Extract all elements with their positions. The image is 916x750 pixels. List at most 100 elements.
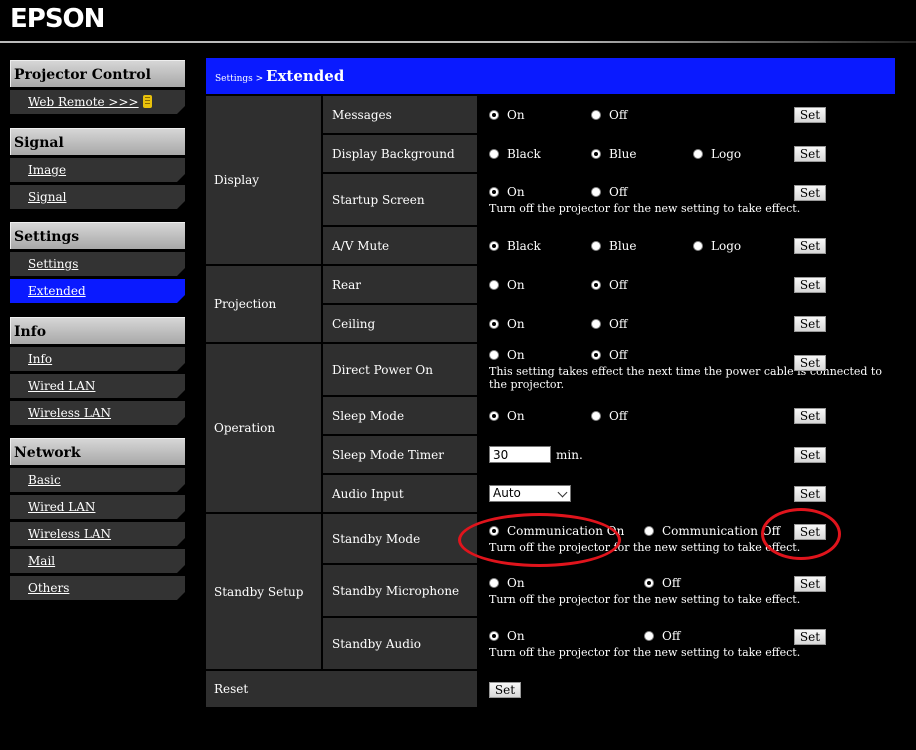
option-label: Off: [609, 184, 628, 199]
radio-button[interactable]: [489, 350, 499, 360]
radio-button[interactable]: [591, 318, 601, 329]
option-off[interactable]: Off: [591, 108, 627, 122]
sidebar-link-info-wireless-lan[interactable]: Wireless LAN: [28, 406, 111, 420]
option-off[interactable]: Off: [591, 409, 627, 423]
radio-button[interactable]: [591, 350, 601, 360]
radio-button[interactable]: [489, 240, 499, 251]
set-button-ceiling[interactable]: Set: [794, 316, 826, 332]
radio-button[interactable]: [489, 318, 499, 329]
option-on[interactable]: On: [489, 629, 644, 643]
sidebar-link-web-remote[interactable]: Web Remote >>>: [28, 95, 139, 109]
sidebar-item-image[interactable]: Image: [10, 158, 185, 182]
radio-button[interactable]: [489, 410, 499, 421]
sidebar-link-settings[interactable]: Settings: [28, 257, 78, 271]
reset-set-button[interactable]: Set: [489, 681, 521, 698]
sidebar-item-mail[interactable]: Mail: [10, 549, 185, 573]
radio-button[interactable]: [489, 630, 499, 641]
chevron-down-icon[interactable]: [557, 487, 568, 498]
option-off[interactable]: Off: [644, 576, 680, 590]
sidebar-link-image[interactable]: Image: [28, 163, 66, 177]
option-on[interactable]: On: [489, 278, 591, 292]
option-on[interactable]: On: [489, 108, 591, 122]
radio-button[interactable]: [591, 279, 601, 290]
radio-button[interactable]: [591, 410, 601, 421]
option-communication-off[interactable]: Communication Off: [644, 524, 780, 538]
radio-button[interactable]: [644, 630, 654, 641]
sidebar-item-info-wireless-lan[interactable]: Wireless LAN: [10, 401, 185, 425]
sidebar-item-network-wired-lan[interactable]: Wired LAN: [10, 495, 185, 519]
set-button-startup-screen[interactable]: Set: [794, 185, 826, 201]
radio-button[interactable]: [489, 109, 499, 120]
sleep-timer-input[interactable]: 30: [489, 446, 551, 463]
sidebar-item-network-wireless-lan[interactable]: Wireless LAN: [10, 522, 185, 546]
radio-button[interactable]: [591, 240, 601, 251]
sidebar-link-info[interactable]: Info: [28, 352, 52, 366]
option-off[interactable]: Off: [591, 317, 627, 331]
option-blue[interactable]: Blue: [591, 147, 693, 161]
sidebar-link-mail[interactable]: Mail: [28, 554, 55, 568]
option-black[interactable]: Black: [489, 239, 591, 253]
sidebar-link-extended[interactable]: Extended: [28, 284, 86, 298]
radio-button[interactable]: [489, 148, 499, 159]
radio-button[interactable]: [693, 240, 703, 251]
set-button-direct-power-on[interactable]: Set: [794, 355, 826, 371]
option-off[interactable]: Off: [591, 185, 627, 199]
option-on[interactable]: On: [489, 576, 644, 590]
extended-settings-table: Display Messages On Off Set Display Back…: [206, 96, 895, 709]
radio-button[interactable]: [591, 186, 601, 197]
option-on[interactable]: On: [489, 317, 591, 331]
set-button-av-mute[interactable]: Set: [794, 238, 826, 254]
audio-input-select[interactable]: Auto: [489, 485, 571, 502]
set-button-sleep-mode[interactable]: Set: [794, 408, 826, 424]
setting-value: Black Blue Logo Set: [479, 227, 895, 266]
row-reset: Reset Set: [206, 671, 895, 709]
sidebar-item-web-remote[interactable]: Web Remote >>>: [10, 90, 185, 114]
set-button-standby-audio[interactable]: Set: [794, 629, 826, 645]
option-on[interactable]: On: [489, 348, 591, 362]
radio-button[interactable]: [591, 109, 601, 120]
option-off[interactable]: Off: [644, 629, 680, 643]
set-button-display-background[interactable]: Set: [794, 146, 826, 162]
option-off[interactable]: Off: [591, 278, 627, 292]
sidebar-link-network-wired-lan[interactable]: Wired LAN: [28, 500, 95, 514]
sidebar-link-basic[interactable]: Basic: [28, 473, 61, 487]
radio-button[interactable]: [489, 577, 499, 588]
option-communication-on[interactable]: Communication On: [489, 524, 644, 538]
sidebar-item-info-wired-lan[interactable]: Wired LAN: [10, 374, 185, 398]
sidebar-item-settings[interactable]: Settings: [10, 252, 185, 276]
sidebar-item-extended[interactable]: Extended: [10, 279, 185, 303]
set-button-sleep-mode-timer[interactable]: Set: [794, 447, 826, 463]
sidebar-link-signal[interactable]: Signal: [28, 190, 66, 204]
option-on[interactable]: On: [489, 409, 591, 423]
set-button-rear[interactable]: Set: [794, 277, 826, 293]
option-logo[interactable]: Logo: [693, 239, 741, 253]
radio-button[interactable]: [693, 148, 703, 159]
option-logo[interactable]: Logo: [693, 147, 741, 161]
option-black[interactable]: Black: [489, 147, 591, 161]
sidebar-item-others[interactable]: Others: [10, 576, 185, 600]
remote-control-icon[interactable]: [142, 95, 152, 108]
option-blue[interactable]: Blue: [591, 239, 693, 253]
sidebar-item-info[interactable]: Info: [10, 347, 185, 371]
radio-button[interactable]: [489, 525, 499, 536]
radio-button[interactable]: [489, 279, 499, 290]
set-button-standby-microphone[interactable]: Set: [794, 576, 826, 592]
radio-button[interactable]: [644, 525, 654, 536]
option-off[interactable]: Off: [591, 348, 627, 362]
radio-button[interactable]: [489, 186, 499, 197]
set-button-audio-input[interactable]: Set: [794, 486, 826, 502]
sidebar-item-basic[interactable]: Basic: [10, 468, 185, 492]
page-title-bar: Settings > Extended: [206, 58, 895, 94]
setting-note: This setting takes effect the next time …: [489, 365, 882, 391]
setting-value: On Off Turn off the projector for the ne…: [479, 565, 895, 618]
sidebar-title-signal: Signal: [10, 128, 185, 155]
option-on[interactable]: On: [489, 185, 591, 199]
sidebar-link-network-wireless-lan[interactable]: Wireless LAN: [28, 527, 111, 541]
sidebar-item-signal[interactable]: Signal: [10, 185, 185, 209]
radio-button[interactable]: [591, 148, 601, 159]
set-button-standby-mode[interactable]: Set: [794, 524, 826, 540]
radio-button[interactable]: [644, 577, 654, 588]
sidebar-link-others[interactable]: Others: [28, 581, 69, 595]
sidebar-link-info-wired-lan[interactable]: Wired LAN: [28, 379, 95, 393]
set-button-messages[interactable]: Set: [794, 107, 826, 123]
